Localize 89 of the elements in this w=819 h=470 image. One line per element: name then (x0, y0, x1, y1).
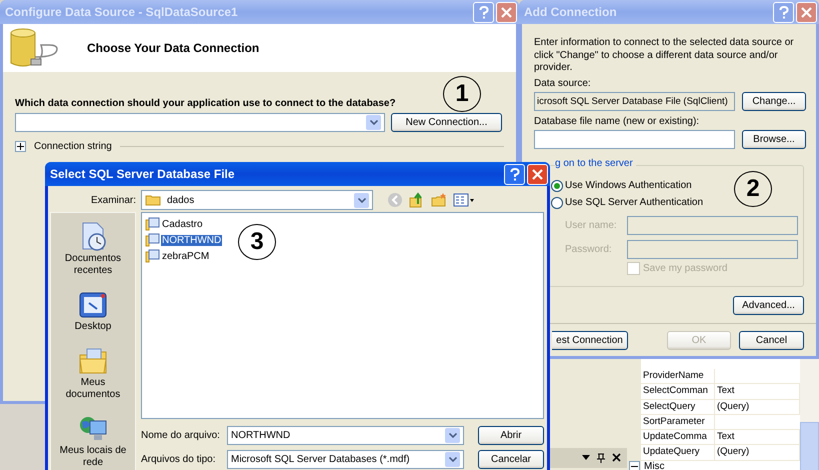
collapse-icon[interactable] (629, 460, 640, 470)
dropdown-button[interactable] (445, 428, 460, 443)
question-label: Which data connection should your application use to connect to the database? (15, 98, 396, 109)
file-name-label: Database file name (new or existing): (534, 116, 700, 126)
close-icon[interactable] (612, 453, 621, 462)
file-name-field[interactable] (534, 130, 735, 148)
browse-button[interactable]: Browse... (742, 130, 806, 148)
file-type-label: Arquivos do tipo: (141, 454, 216, 465)
chevron-icon (448, 433, 456, 438)
file-item[interactable]: zebraPCM (161, 250, 210, 262)
file-item[interactable]: NORTHWND (161, 234, 222, 246)
property-name[interactable]: ProviderName (641, 369, 715, 384)
new-folder-icon (431, 192, 447, 208)
place-label[interactable]: Desktop (74, 321, 112, 333)
cancel-button[interactable]: Cancelar (478, 450, 544, 469)
category-label: Misc (644, 460, 665, 470)
database-file-icon (145, 233, 160, 247)
folder-icon (145, 194, 161, 206)
place-label[interactable]: Documentos recentes (53, 253, 133, 277)
window-title: Select SQL Server Database File (50, 167, 236, 181)
data-source-field: icrosoft SQL Server Database File (SqlClient) (534, 92, 735, 110)
chevron-icon (370, 120, 378, 125)
property-name[interactable]: UpdateQuery (641, 445, 715, 460)
view-menu-icon (453, 193, 475, 207)
user-name-field[interactable] (627, 216, 798, 234)
user-name-label: User name: (565, 220, 618, 230)
file-type-combo[interactable]: Microsoft SQL Server Databases (*.mdf) (227, 450, 464, 469)
close-button[interactable] (527, 164, 548, 184)
database-file-icon (145, 249, 160, 263)
group-label: g on to the server (555, 158, 636, 168)
connection-string-label: Connection string (34, 141, 112, 152)
callout-number: 2 (734, 171, 772, 207)
place-label[interactable]: Meus documentos (53, 377, 133, 401)
look-in-label: Examinar: (90, 194, 136, 206)
test-connection-button[interactable]: est Connection (552, 330, 628, 350)
property-name[interactable]: SelectQuery (641, 400, 715, 414)
radio-label: Use Windows Authentication (565, 180, 692, 191)
close-button[interactable] (796, 2, 817, 22)
password-field[interactable] (627, 240, 798, 258)
close-icon (801, 6, 812, 18)
help-icon (478, 6, 488, 18)
chevron-icon (448, 457, 456, 462)
scrollbar[interactable] (800, 359, 819, 470)
property-name[interactable]: SortParameter (641, 414, 715, 430)
connection-combo[interactable] (15, 113, 385, 132)
property-name[interactable]: UpdateComma (641, 430, 715, 444)
expand-icon[interactable] (15, 141, 26, 152)
window-title: Add Connection (524, 5, 618, 19)
description-text: Enter information to connect to the selected data source or click "Change" to choose a different data source and/or provider. (534, 37, 795, 74)
cancel-button[interactable]: Cancel (739, 330, 804, 350)
property-name[interactable]: SelectComman (641, 384, 715, 399)
dropdown-button[interactable] (366, 115, 381, 130)
file-name-field[interactable]: NORTHWND (227, 426, 464, 445)
dropdown-button[interactable] (445, 452, 460, 467)
close-icon (501, 6, 512, 18)
change-button[interactable]: Change... (742, 92, 806, 110)
page-heading: Choose Your Data Connection (87, 41, 260, 55)
place-label[interactable]: Meus locais de rede (53, 445, 133, 469)
help-icon (510, 168, 520, 180)
look-in-value: dados (167, 194, 194, 206)
new-connection-button[interactable]: New Connection... (391, 113, 502, 132)
advanced-button[interactable]: Advanced... (733, 296, 804, 314)
close-icon (532, 168, 543, 180)
pin-icon[interactable] (597, 452, 605, 463)
callout-number: 1 (443, 76, 481, 112)
help-icon (778, 6, 788, 18)
radio-label: Use SQL Server Authentication (565, 197, 704, 208)
open-button[interactable]: Abrir (478, 426, 544, 445)
help-button[interactable] (504, 164, 525, 184)
view-menu-button[interactable] (453, 193, 475, 207)
window-title: Configure Data Source - SqlDataSource1 (5, 5, 239, 19)
checkbox-label: Save my password (643, 262, 728, 274)
file-item[interactable]: Cadastro (161, 218, 204, 230)
checkbox[interactable] (627, 262, 640, 274)
close-button[interactable] (496, 2, 517, 22)
data-source-label: Data source: (534, 78, 591, 88)
radio-button[interactable] (551, 180, 563, 192)
chevron-icon (358, 198, 366, 202)
help-button[interactable] (473, 2, 494, 22)
look-in-combo[interactable]: dados (141, 190, 373, 210)
back-icon (387, 192, 403, 208)
radio-button[interactable] (551, 196, 563, 208)
dropdown-icon[interactable] (582, 455, 590, 460)
callout-number: 3 (238, 224, 276, 260)
password-label: Password: (565, 244, 613, 254)
help-button[interactable] (773, 2, 794, 22)
file-name-label: Nome do arquivo: (141, 430, 221, 441)
dropdown-button[interactable] (354, 192, 369, 208)
database-file-icon (145, 217, 160, 231)
